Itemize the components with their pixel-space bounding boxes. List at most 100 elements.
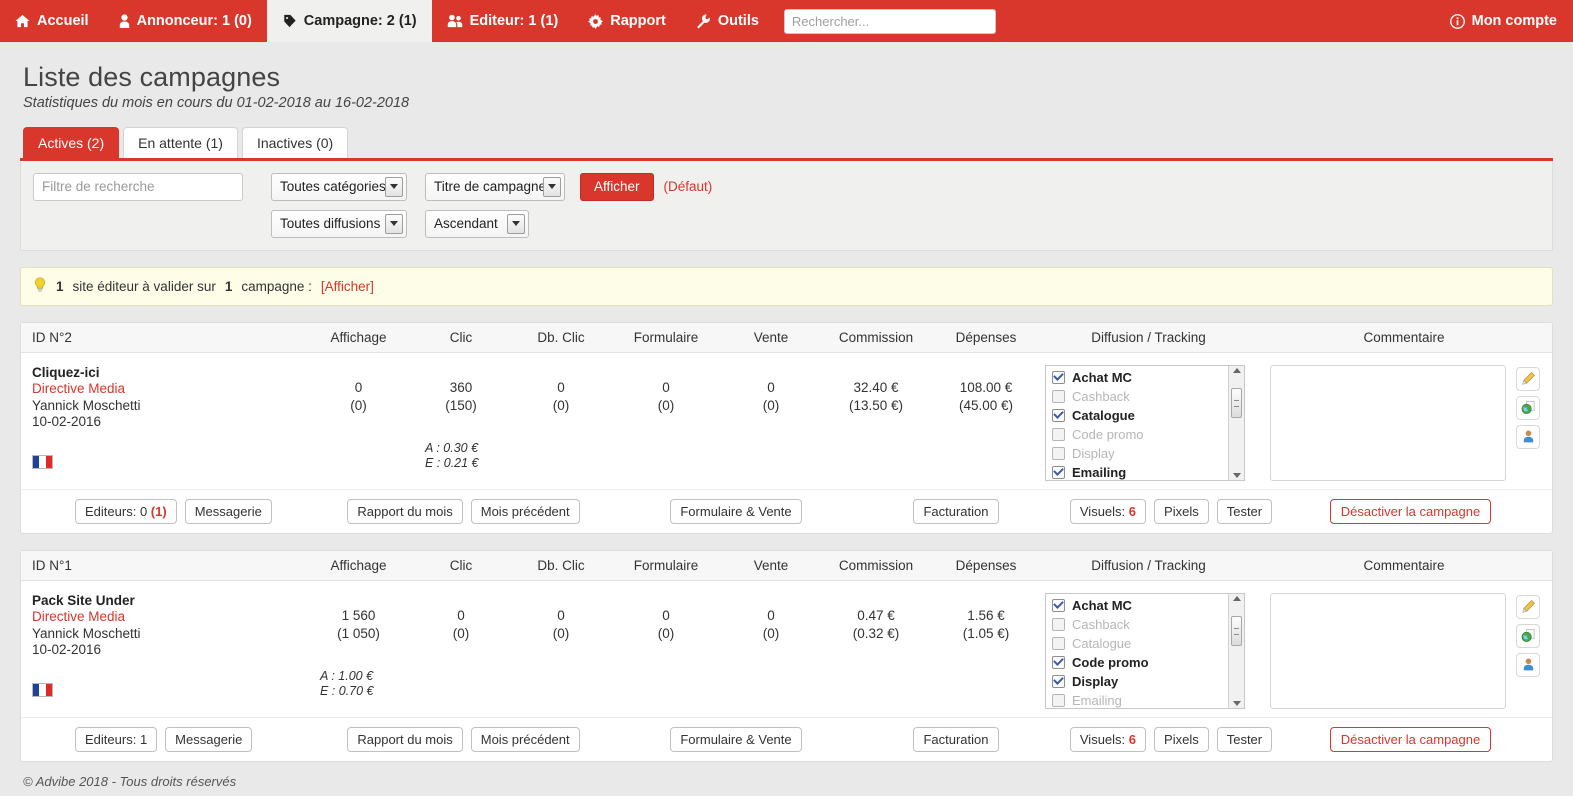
afficher-button[interactable]: Afficher xyxy=(580,172,654,201)
tab-en-attente[interactable]: En attente (1) xyxy=(123,127,238,158)
validation-notice: 1 site éditeur à valider sur 1 campagne … xyxy=(20,266,1553,306)
my-account-button[interactable]: Mon compte xyxy=(1449,13,1557,29)
messagerie-button[interactable]: Messagerie xyxy=(184,498,272,524)
metric-vente: 0 (0) xyxy=(721,593,821,709)
actions-editors-group: Editeurs: 1 Messagerie xyxy=(21,726,306,752)
checkbox-unchecked-icon[interactable] xyxy=(1052,446,1065,460)
metric-formulaire: 0 (0) xyxy=(611,365,721,481)
editeurs-button[interactable]: Editeurs: 1 xyxy=(75,726,158,752)
comment-textarea[interactable] xyxy=(1270,592,1506,709)
checkbox-unchecked-icon[interactable] xyxy=(1052,427,1065,441)
checkbox-checked-icon[interactable] xyxy=(1052,598,1065,612)
diffusion-list[interactable]: Achat MC Cashback Catalogue Code promo D… xyxy=(1045,592,1245,709)
nav-item-rapport[interactable]: Rapport xyxy=(573,0,681,42)
tester-button[interactable]: Tester xyxy=(1216,726,1273,752)
scroll-down-icon[interactable] xyxy=(1232,472,1241,478)
person-icon[interactable] xyxy=(1516,652,1540,677)
diffusion-list[interactable]: Achat MC Cashback Catalogue Code promo D… xyxy=(1045,364,1245,481)
checkbox-checked-icon[interactable] xyxy=(1052,674,1065,688)
formulaire-vente-button[interactable]: Formulaire & Vente xyxy=(670,726,802,752)
tester-button[interactable]: Tester xyxy=(1216,498,1273,524)
tab-inactives[interactable]: Inactives (0) xyxy=(241,127,349,158)
campaign-actions: Editeurs: 0 (1) Messagerie Rapport du mo… xyxy=(21,488,1552,533)
pixels-button[interactable]: Pixels xyxy=(1154,498,1209,524)
diffusion-item[interactable]: Code promo xyxy=(1052,425,1228,444)
formulaire-vente-button[interactable]: Formulaire & Vente xyxy=(670,498,802,524)
editeurs-button[interactable]: Editeurs: 0 (1) xyxy=(75,498,177,524)
diffusion-scrollbar[interactable] xyxy=(1228,365,1244,480)
checkbox-unchecked-icon[interactable] xyxy=(1052,389,1065,403)
defaut-link[interactable]: (Défaut) xyxy=(664,179,713,194)
diffusion-item[interactable]: Cashback xyxy=(1052,615,1228,634)
campaign-advertiser[interactable]: Directive Media xyxy=(32,609,306,626)
checkbox-checked-icon[interactable] xyxy=(1052,370,1065,384)
comment-cell xyxy=(1256,592,1552,709)
rapport-du-mois-button[interactable]: Rapport du mois xyxy=(347,726,463,752)
nav-item-accueil[interactable]: Accueil xyxy=(0,0,104,42)
rapport-du-mois-button[interactable]: Rapport du mois xyxy=(347,498,463,524)
diffusion-item[interactable]: Catalogue xyxy=(1052,634,1228,653)
pencil-icon[interactable] xyxy=(1516,594,1540,619)
globe-page-icon[interactable] xyxy=(1516,395,1540,420)
visuels-button[interactable]: Visuels: 6 xyxy=(1069,498,1147,524)
tab-actives[interactable]: Actives (2) xyxy=(23,127,120,158)
comment-textarea[interactable] xyxy=(1270,364,1506,481)
checkbox-checked-icon[interactable] xyxy=(1052,465,1065,479)
visuels-button[interactable]: Visuels: 6 xyxy=(1069,726,1147,752)
facturation-button[interactable]: Facturation xyxy=(913,498,999,524)
sort-field-select[interactable]: Titre de campagne xyxy=(425,172,565,201)
notice-afficher-link[interactable]: [Afficher] xyxy=(321,279,374,294)
category-select[interactable]: Toutes catégories xyxy=(271,172,407,201)
metric-affichage: 0 (0) xyxy=(306,365,411,481)
facturation-button[interactable]: Facturation xyxy=(913,726,999,752)
search-input[interactable] xyxy=(783,8,996,34)
mois-precedent-button[interactable]: Mois précédent xyxy=(470,726,580,752)
diffusion-item[interactable]: Achat MC xyxy=(1052,596,1228,615)
nav-item-annonceur[interactable]: Annonceur: 1 (0) xyxy=(104,0,267,42)
sort-order-select[interactable]: Ascendant xyxy=(425,209,529,238)
diffusion-item[interactable]: Achat MC xyxy=(1052,368,1228,387)
desactiver-campagne-button[interactable]: Désactiver la campagne xyxy=(1329,498,1492,524)
diffusion-item[interactable]: Cashback xyxy=(1052,387,1228,406)
diffusion-item[interactable]: Display xyxy=(1052,672,1228,691)
pixels-button[interactable]: Pixels xyxy=(1154,726,1209,752)
scroll-down-icon[interactable] xyxy=(1232,700,1241,706)
home-icon xyxy=(15,14,30,28)
checkbox-checked-icon[interactable] xyxy=(1052,408,1065,422)
campaign-title[interactable]: Pack Site Under xyxy=(32,593,306,610)
scrollbar-thumb[interactable] xyxy=(1231,387,1242,418)
diffusion-item[interactable]: Emailing xyxy=(1052,691,1228,708)
diffusion-item[interactable]: Emailing xyxy=(1052,463,1228,480)
column-header-commission: Commission xyxy=(838,557,914,573)
metric-affichage: 1 560 (1 050) A : 1.00 € E : 0.70 € xyxy=(306,593,411,709)
checkbox-checked-icon[interactable] xyxy=(1052,655,1065,669)
diffusion-item[interactable]: Catalogue xyxy=(1052,406,1228,425)
scroll-up-icon[interactable] xyxy=(1232,595,1241,601)
nav-item-annonceur-label: Annonceur: 1 (0) xyxy=(136,13,252,29)
campaign-advertiser[interactable]: Directive Media xyxy=(32,381,306,398)
scroll-up-icon[interactable] xyxy=(1232,367,1241,373)
messagerie-button[interactable]: Messagerie xyxy=(165,726,253,752)
checkbox-unchecked-icon[interactable] xyxy=(1052,617,1065,631)
scrollbar-thumb[interactable] xyxy=(1231,615,1242,646)
checkbox-unchecked-icon[interactable] xyxy=(1052,636,1065,650)
globe-page-icon[interactable] xyxy=(1516,623,1540,648)
diffusion-select[interactable]: Toutes diffusions xyxy=(271,209,407,238)
metric-affichage-main: 1 560 xyxy=(341,607,376,623)
nav-item-editeur[interactable]: Editeur: 1 (1) xyxy=(432,0,574,42)
nav-item-outils[interactable]: Outils xyxy=(681,0,774,42)
checkbox-unchecked-icon[interactable] xyxy=(1052,693,1065,707)
filter-search-input[interactable] xyxy=(33,172,243,201)
diffusion-scrollbar[interactable] xyxy=(1228,593,1244,708)
campaign-title[interactable]: Cliquez-ici xyxy=(32,365,306,382)
desactiver-campagne-button[interactable]: Désactiver la campagne xyxy=(1329,726,1492,752)
pencil-icon[interactable] xyxy=(1516,366,1540,391)
chevron-down-icon xyxy=(543,176,561,197)
mois-precedent-button[interactable]: Mois précédent xyxy=(470,498,580,524)
metric-db-clic-sub: (0) xyxy=(552,397,570,413)
diffusion-item[interactable]: Display xyxy=(1052,444,1228,463)
nav-item-campagne[interactable]: Campagne: 2 (1) xyxy=(266,0,432,42)
user-icon xyxy=(119,14,130,28)
diffusion-item[interactable]: Code promo xyxy=(1052,653,1228,672)
person-icon[interactable] xyxy=(1516,424,1540,449)
